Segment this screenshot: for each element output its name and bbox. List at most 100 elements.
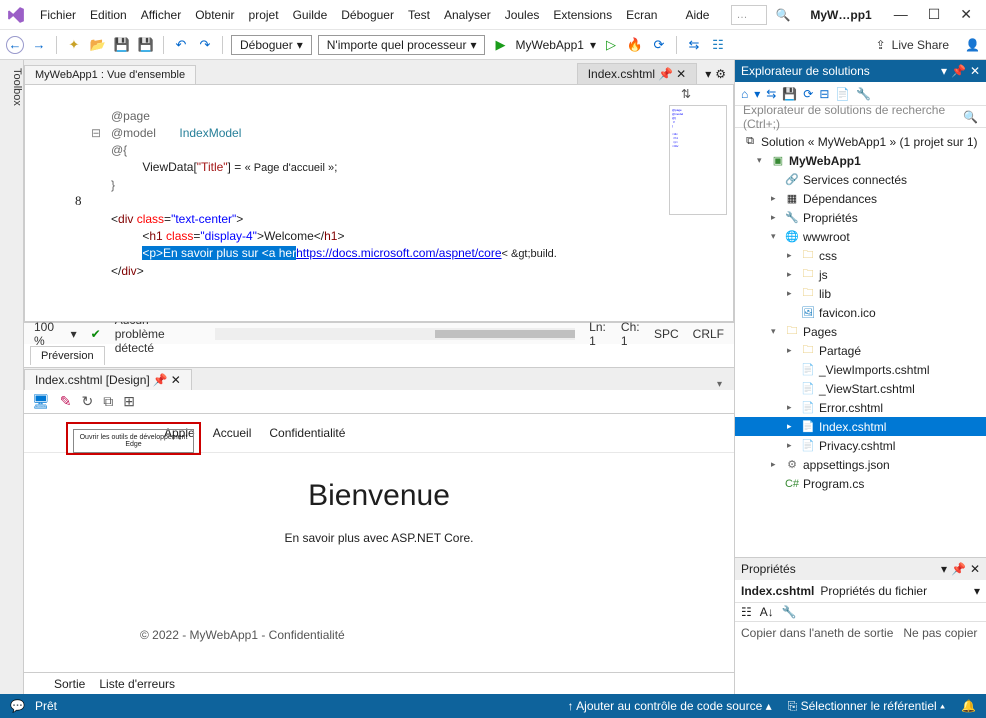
alpha-sort-icon[interactable]: A↓ [760, 605, 774, 619]
properties-icon[interactable]: 🔧 [856, 87, 871, 101]
menu-get[interactable]: Obtenir [189, 5, 240, 25]
wrench-icon[interactable]: 🔧 [782, 605, 797, 619]
hscroll-thumb[interactable] [435, 330, 575, 338]
code-editor[interactable]: ⊟ 8 @page @model IndexModel @{ ViewData[… [24, 84, 734, 322]
maximize-button[interactable]: ☐ [928, 6, 941, 23]
panel-pin-icon[interactable]: 📌 [951, 64, 966, 78]
undo-icon[interactable]: ↶ [172, 36, 190, 54]
configuration-dropdown[interactable]: Déboguer▾ [231, 35, 312, 55]
add-source-control[interactable]: ↑ Ajouter au contrôle de code source ▴ [567, 699, 771, 714]
folder-css[interactable]: ▸🗀css [735, 246, 986, 265]
menu-tools[interactable]: Joules [499, 5, 546, 25]
redo-icon[interactable]: ↷ [196, 36, 214, 54]
tab-design[interactable]: Index.cshtml [Design] 📌 ✕ [24, 369, 192, 390]
file-favicon[interactable]: 🖼favicon.ico [735, 303, 986, 322]
code-minimap[interactable]: @page@model@{ V}<div <h1 <p></div [669, 105, 727, 215]
platform-dropdown[interactable]: N'importe quel processeur▾ [318, 35, 486, 55]
panel-close-icon[interactable]: ✕ [970, 64, 980, 78]
tab-output[interactable]: Sortie [54, 677, 85, 691]
menu-file[interactable]: Fichier [34, 5, 82, 25]
showall-icon[interactable]: 📄 [835, 87, 850, 101]
nav-home[interactable]: Accueil [213, 426, 252, 440]
menu-analyze[interactable]: Analyser [438, 5, 497, 25]
grid-icon[interactable]: ⊞ [123, 393, 135, 410]
folder-lib[interactable]: ▸🗀lib [735, 284, 986, 303]
home-icon[interactable]: ⌂ [741, 87, 748, 101]
tab-close-icon[interactable]: ✕ [676, 67, 686, 81]
hot-reload-icon[interactable]: 🔥 [626, 36, 644, 54]
pin-icon[interactable]: 📌 [153, 373, 168, 387]
nav-fwd-icon[interactable]: → [30, 36, 48, 54]
solution-tree[interactable]: ⧉Solution « MyWebApp1 » (1 projet sur 1)… [735, 128, 986, 557]
start-icon[interactable]: ▶ [491, 36, 509, 54]
copy-icon[interactable]: ⧉ [103, 393, 113, 410]
devtools-icon[interactable]: 🖥 [32, 393, 50, 410]
solution-search[interactable]: Explorateur de solutions de recherche (C… [735, 106, 986, 128]
gear-icon[interactable]: ⚙ [715, 67, 726, 81]
reload-icon[interactable]: ↻ [82, 393, 94, 410]
chevron-down-icon[interactable]: ▾ [717, 379, 734, 390]
save-icon[interactable]: 💾 [113, 36, 131, 54]
sync-icon[interactable]: ⇆ [766, 87, 776, 101]
refresh-icon[interactable]: ⟳ [650, 36, 668, 54]
search-icon[interactable]: 🔍 [775, 8, 790, 22]
panel-dropdown-icon[interactable]: ▾ [941, 562, 947, 576]
tool-icon[interactable]: ☷ [709, 36, 727, 54]
save-all-icon[interactable]: 💾 [137, 36, 155, 54]
nav-back-icon[interactable]: ← [6, 36, 24, 54]
tab-close-icon[interactable]: ✕ [171, 373, 181, 387]
brush-icon[interactable]: ✎ [60, 393, 72, 410]
file-privacy[interactable]: ▸📄Privacy.cshtml [735, 436, 986, 455]
tab-dropdown-icon[interactable]: ▾ [705, 67, 711, 81]
preview-tab[interactable]: Préversion [30, 346, 105, 365]
menu-test[interactable]: Test [402, 5, 436, 25]
connected-services[interactable]: 🔗Services connectés [735, 170, 986, 189]
space-indicator[interactable]: SPC [654, 327, 679, 341]
folder-js[interactable]: ▸🗀js [735, 265, 986, 284]
project-node[interactable]: ▾▣MyWebApp1 [735, 151, 986, 170]
menu-project[interactable]: projet [243, 5, 285, 25]
file-error[interactable]: ▸📄Error.cshtml [735, 398, 986, 417]
properties-selection[interactable]: Index.cshtmlPropriétés du fichier▾ [735, 580, 986, 602]
start-no-debug-icon[interactable]: ▷ [602, 36, 620, 54]
folder-shared[interactable]: ▸🗀Partagé [735, 341, 986, 360]
run-target[interactable]: MyWebApp1 [515, 38, 583, 52]
crlf-indicator[interactable]: CRLF [693, 327, 724, 341]
feedback-icon[interactable]: 💬 [10, 699, 25, 713]
tab-index-cshtml[interactable]: Index.cshtml 📌 ✕ [577, 63, 698, 84]
panel-close-icon[interactable]: ✕ [970, 562, 980, 576]
nav-privacy[interactable]: Confidentialité [269, 426, 345, 440]
select-repo[interactable]: ⎘ Sélectionner le référentiel ▴ [788, 699, 945, 714]
new-project-icon[interactable]: ✦ [65, 36, 83, 54]
menu-extensions[interactable]: Extensions [547, 5, 618, 25]
tab-overview[interactable]: MyWebApp1 : Vue d'ensemble [24, 65, 196, 84]
dependencies[interactable]: ▸▦Dépendances [735, 189, 986, 208]
toolbox-tab[interactable]: Toolbox [0, 60, 24, 694]
liveshare-label[interactable]: Live Share [892, 38, 949, 52]
folder-pages[interactable]: ▾🗀Pages [735, 322, 986, 341]
file-index-selected[interactable]: ▸📄Index.cshtml [735, 417, 986, 436]
file-viewstart[interactable]: 📄_ViewStart.cshtml [735, 379, 986, 398]
collapse-icon[interactable]: ⊟ [819, 87, 829, 101]
categorize-icon[interactable]: ☷ [741, 605, 752, 619]
menu-window[interactable]: Ecran [620, 5, 663, 25]
liveshare-icon[interactable]: ⇪ [876, 38, 886, 52]
pin-icon[interactable]: 📌 [658, 67, 673, 81]
wwwroot[interactable]: ▾🌐wwwroot [735, 227, 986, 246]
search-input[interactable]: … [731, 5, 767, 25]
notifications-icon[interactable]: 🔔 [961, 699, 976, 714]
menu-debug[interactable]: Déboguer [335, 5, 400, 25]
minimize-button[interactable]: — [894, 6, 908, 23]
file-viewimports[interactable]: 📄_ViewImports.cshtml [735, 360, 986, 379]
refresh-icon[interactable]: ⟳ [803, 87, 813, 101]
menu-help[interactable]: Aide [679, 5, 715, 25]
browser-link-icon[interactable]: ⇆ [685, 36, 703, 54]
save-icon[interactable]: 💾 [782, 87, 797, 101]
panel-dropdown-icon[interactable]: ▾ [941, 64, 947, 78]
close-button[interactable]: ✕ [960, 6, 972, 23]
solution-node[interactable]: ⧉Solution « MyWebApp1 » (1 projet sur 1) [735, 132, 986, 151]
panel-pin-icon[interactable]: 📌 [951, 562, 966, 576]
file-appsettings[interactable]: ▸⚙appsettings.json [735, 455, 986, 474]
file-program[interactable]: C#Program.cs [735, 474, 986, 493]
menu-edit[interactable]: Edition [84, 5, 133, 25]
